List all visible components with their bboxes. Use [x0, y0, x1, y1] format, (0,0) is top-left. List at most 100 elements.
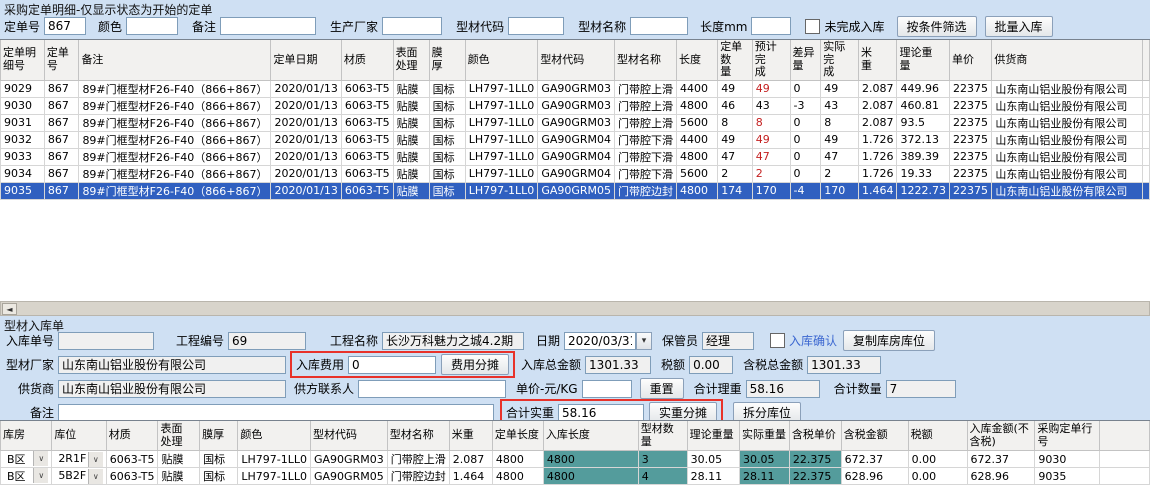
grid-cell[interactable]: 47	[718, 148, 753, 165]
unfinished-inbound-checkbox[interactable]	[805, 19, 820, 34]
grid-cell[interactable]: 9029	[1, 80, 45, 97]
grid-cell[interactable]: 6063-T5	[106, 451, 158, 468]
grid-cell[interactable]: 389.39	[897, 148, 950, 165]
grid-cell[interactable]: 国标	[429, 182, 465, 199]
grid-cell[interactable]: 47	[821, 148, 859, 165]
grid-cell[interactable]: 2.087	[858, 114, 897, 131]
grid-cell[interactable]: 43	[821, 97, 859, 114]
grid-cell[interactable]: 国标	[429, 148, 465, 165]
grid-cell[interactable]: 867	[44, 97, 79, 114]
grid-cell[interactable]: LH797-1LL0	[465, 148, 538, 165]
grid-cell[interactable]: 89#门框型材F26-F40（866+867）	[79, 80, 271, 97]
grid-cell[interactable]: 门带腔下滑	[615, 165, 677, 182]
grid-cell[interactable]: 1.726	[858, 131, 897, 148]
grid-cell[interactable]: 国标	[429, 80, 465, 97]
keeper-field[interactable]	[702, 332, 754, 350]
grid-cell[interactable]	[1142, 131, 1149, 148]
column-header[interactable]: 米 重	[858, 40, 897, 80]
grid-cell[interactable]: LH797-1LL0	[465, 131, 538, 148]
grid-cell[interactable]: 2020/01/13	[271, 148, 341, 165]
grid-cell[interactable]: 49	[821, 131, 859, 148]
grid-cell[interactable]: ∨2R1F	[52, 451, 106, 468]
grid-cell[interactable]	[1142, 114, 1149, 131]
grid-cell[interactable]: 30.05	[687, 451, 739, 468]
grid-cell[interactable]: 国标	[429, 131, 465, 148]
grid-cell[interactable]: 2.087	[858, 97, 897, 114]
grid-cell[interactable]: 672.37	[841, 451, 908, 468]
table-row[interactable]: ∨B区∨2R1F6063-T5贴膜国标LH797-1LL0GA90GRM03门带…	[1, 451, 1150, 468]
grid-cell[interactable]: 2	[752, 165, 790, 182]
grid-cell[interactable]: 49	[752, 80, 790, 97]
grid-cell[interactable]: 4400	[677, 80, 718, 97]
grid-cell[interactable]: 8	[821, 114, 859, 131]
grid-cell[interactable]: 2.087	[858, 80, 897, 97]
grid-cell[interactable]: 30.05	[739, 451, 789, 468]
grid-cell[interactable]: 170	[821, 182, 859, 199]
grid-cell[interactable]: 170	[752, 182, 790, 199]
grid-cell[interactable]: 2.087	[449, 451, 492, 468]
grid-cell[interactable]: 贴膜	[393, 165, 429, 182]
inbound-total-amount-field[interactable]	[585, 356, 651, 374]
column-header[interactable]: 长度	[677, 40, 718, 80]
grid-cell[interactable]: GA90GRM03	[311, 451, 388, 468]
dropdown-arrow-icon[interactable]: ∨	[33, 451, 48, 466]
tax-field[interactable]	[689, 356, 733, 374]
profile-code-filter-input[interactable]	[508, 17, 564, 35]
column-header[interactable]: 颜色	[465, 40, 538, 80]
table-row[interactable]: 903186789#门框型材F26-F40（866+867）2020/01/13…	[1, 114, 1150, 131]
grid-cell[interactable]: 9030	[1035, 451, 1100, 468]
column-header[interactable]: 型材代码	[311, 421, 388, 451]
grid-cell[interactable]: 46	[718, 97, 753, 114]
grid-cell[interactable]: 山东南山铝业股份有限公司	[992, 131, 1142, 148]
grid-cell[interactable]: 贴膜	[393, 182, 429, 199]
column-header[interactable]: 含税单价	[789, 421, 841, 451]
grid-cell[interactable]: 6063-T5	[341, 148, 393, 165]
batch-inbound-button[interactable]: 批量入库	[985, 16, 1053, 37]
grid-cell[interactable]: 19.33	[897, 165, 950, 182]
grid-cell[interactable]: 49	[718, 80, 753, 97]
grid-cell[interactable]: 贴膜	[393, 114, 429, 131]
column-header[interactable]: 入库长度	[543, 421, 638, 451]
table-row[interactable]: 902986789#门框型材F26-F40（866+867）2020/01/13…	[1, 80, 1150, 97]
total-theory-weight-field[interactable]	[746, 380, 820, 398]
grid-cell[interactable]: 22375	[949, 148, 991, 165]
grid-cell[interactable]: 山东南山铝业股份有限公司	[992, 97, 1142, 114]
column-header[interactable]: 定单数 量	[718, 40, 753, 80]
profile-name-filter-input[interactable]	[630, 17, 688, 35]
grid-cell[interactable]: 门带腔上滑	[615, 80, 677, 97]
grid-cell[interactable]: 门带腔上滑	[615, 97, 677, 114]
column-header[interactable]: 型材名称	[615, 40, 677, 80]
grid-cell[interactable]: 9035	[1035, 468, 1100, 485]
profile-manufacturer-field[interactable]	[58, 356, 286, 374]
table-row[interactable]: 903086789#门框型材F26-F40（866+867）2020/01/13…	[1, 97, 1150, 114]
column-header[interactable]: 实际完 成	[821, 40, 859, 80]
grid-cell[interactable]: 89#门框型材F26-F40（866+867）	[79, 131, 271, 148]
grid-cell[interactable]: 0	[790, 80, 821, 97]
grid-cell[interactable]: GA90GRM03	[538, 114, 615, 131]
grid-cell[interactable]: 9033	[1, 148, 45, 165]
grid-cell[interactable]: 2020/01/13	[271, 114, 341, 131]
grid-cell[interactable]: 22375	[949, 97, 991, 114]
total-quantity-field[interactable]	[886, 380, 956, 398]
horizontal-scrollbar[interactable]: ◄	[0, 301, 1150, 316]
grid-cell[interactable]: 9030	[1, 97, 45, 114]
grid-cell[interactable]: GA90GRM03	[538, 80, 615, 97]
grid-cell[interactable]: LH797-1LL0	[238, 468, 311, 485]
grid-cell[interactable]: 89#门框型材F26-F40（866+867）	[79, 165, 271, 182]
grid-cell[interactable]: 国标	[200, 451, 238, 468]
column-header[interactable]: 材质	[341, 40, 393, 80]
grid-cell[interactable]: 1222.73	[897, 182, 950, 199]
column-header[interactable]: 理论重 量	[897, 40, 950, 80]
grid-cell[interactable]	[1142, 182, 1149, 199]
grid-cell[interactable]: 山东南山铝业股份有限公司	[992, 148, 1142, 165]
column-header[interactable]: 膜厚	[200, 421, 238, 451]
grid-cell[interactable]: LH797-1LL0	[465, 114, 538, 131]
grid-cell[interactable]: 22375	[949, 114, 991, 131]
column-header[interactable]: 定单长度	[492, 421, 543, 451]
grid-cell[interactable]: 0	[790, 131, 821, 148]
grid-cell[interactable]: GA90GRM05	[311, 468, 388, 485]
grid-cell[interactable]	[1142, 97, 1149, 114]
grid-cell[interactable]: 449.96	[897, 80, 950, 97]
grid-cell[interactable]: GA90GRM03	[538, 97, 615, 114]
filter-by-condition-button[interactable]: 按条件筛选	[897, 16, 977, 37]
